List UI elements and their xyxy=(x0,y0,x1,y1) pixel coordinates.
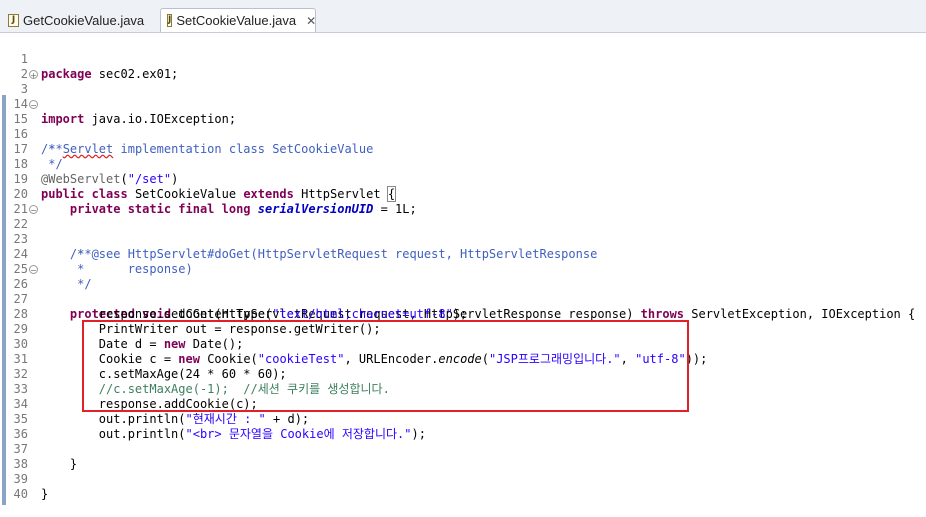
code-line: 1 package sec02.ex01; xyxy=(0,37,926,81)
code-line: 22 − /** xyxy=(0,202,926,261)
code-line: 37 } xyxy=(0,427,926,471)
code-line: 27 response.setContentType("text/html;ch… xyxy=(0,277,926,321)
code-line: 20 private static final long serialVersi… xyxy=(0,172,926,216)
code-line: 26 − protected void doGet(HttpServletReq… xyxy=(0,262,926,321)
tab-label: SetCookieValue.java xyxy=(176,13,297,28)
code-line: 2 xyxy=(0,52,926,81)
code-line: 23 * @see HttpServlet#doGet(HttpServletR… xyxy=(0,217,926,261)
tab-getcookievalue[interactable]: J GetCookieValue.java xyxy=(2,8,161,32)
code-line: 19 public class SetCookieValue extends H… xyxy=(0,157,926,202)
code-line: 40 xyxy=(0,472,926,501)
line-number: 40 xyxy=(13,487,28,501)
code-line: 38 xyxy=(0,442,926,471)
code-line: 24 * response) xyxy=(0,232,926,276)
code-line: 3 + import java.io.IOException; xyxy=(0,67,926,126)
code-line: 18 @WebServlet("/set") xyxy=(0,142,926,186)
tab-label: GetCookieValue.java xyxy=(23,12,145,28)
code-line: 16 * Servlet implementation class SetCoo… xyxy=(0,112,926,156)
tab-setcookievalue[interactable]: J SetCookieValue.java ✕ xyxy=(160,8,316,32)
code-line: 21 xyxy=(0,187,926,216)
code-text: } xyxy=(41,487,49,501)
code-line: 36 xyxy=(0,412,926,441)
code-line: 25 */ xyxy=(0,247,926,291)
editor-tab-bar: J GetCookieValue.java J SetCookieValue.j… xyxy=(0,0,926,33)
fold-collapse-icon[interactable]: − xyxy=(29,265,38,275)
code-editor[interactable]: 1 package sec02.ex01; 2 3 + import java.… xyxy=(0,33,926,505)
code-line: 14 xyxy=(0,82,926,111)
highlight-box xyxy=(82,320,689,412)
code-line: 28 PrintWriter out = response.getWriter(… xyxy=(0,292,926,336)
java-file-icon: J xyxy=(8,13,19,27)
close-tab-icon[interactable]: ✕ xyxy=(306,14,316,28)
code-line: 39 } xyxy=(0,457,926,501)
fold-expand-icon[interactable]: + xyxy=(29,70,38,80)
code-line: 15 − /** xyxy=(0,97,926,156)
java-file-icon: J xyxy=(167,14,173,27)
code-line: 17 */ xyxy=(0,127,926,171)
fold-collapse-icon[interactable]: − xyxy=(29,100,38,110)
fold-collapse-icon[interactable]: − xyxy=(29,205,38,215)
